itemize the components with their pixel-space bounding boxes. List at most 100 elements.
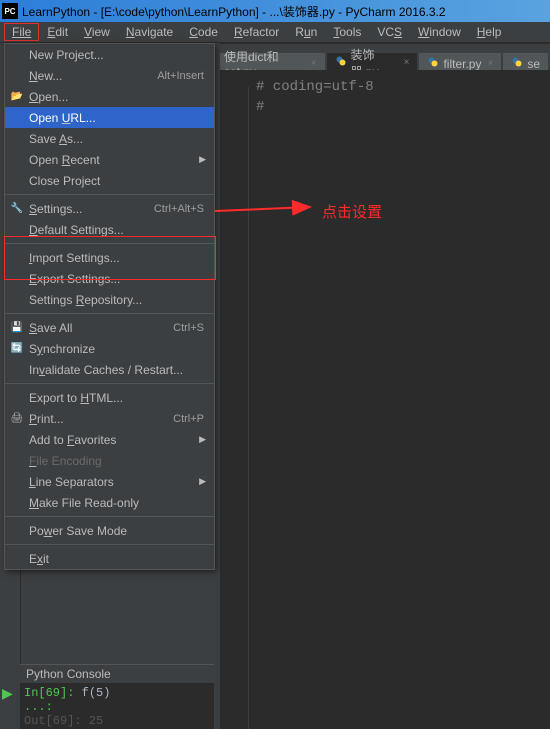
menu-item-label: Save All <box>29 321 72 335</box>
menu-run[interactable]: Run <box>287 23 325 41</box>
menu-separator <box>5 544 214 545</box>
python-console-panel: Python Console In[69]: f(5) ...: Out[69]… <box>20 664 214 729</box>
code-line: # coding=utf-8 <box>220 77 550 97</box>
console-body[interactable]: In[69]: f(5) ...: Out[69]: 25 <box>20 684 214 729</box>
menu-item-new[interactable]: New...Alt+Insert <box>5 65 214 86</box>
save-icon: 💾 <box>9 322 25 333</box>
menu-item-label: Settings... <box>29 202 82 216</box>
menu-file[interactable]: File <box>4 23 39 41</box>
menu-item-default-settings[interactable]: Default Settings... <box>5 219 214 240</box>
menu-item-power-save-mode[interactable]: Power Save Mode <box>5 520 214 541</box>
menu-item-label: Synchronize <box>29 342 95 356</box>
menu-item-export-settings[interactable]: Export Settings... <box>5 268 214 289</box>
menu-separator <box>5 313 214 314</box>
editor-tab[interactable]: 使用dict和set.py × <box>220 53 325 71</box>
menu-item-file-encoding[interactable]: File Encoding <box>5 450 214 471</box>
submenu-arrow-icon: ▶ <box>199 154 206 165</box>
menu-item-label: Import Settings... <box>29 251 120 265</box>
python-file-icon <box>427 56 439 71</box>
menu-item-synchronize[interactable]: 🔄 Synchronize <box>5 338 214 359</box>
menu-item-open[interactable]: 📂Open... <box>5 86 214 107</box>
menu-item-label: Close Project <box>29 174 100 188</box>
console-gutter: ▶ <box>2 685 20 702</box>
print-icon: 🖨 <box>9 413 25 424</box>
menu-item-save-all[interactable]: 💾 Save All Ctrl+S <box>5 317 214 338</box>
menu-item-close-project[interactable]: Close Project <box>5 170 214 191</box>
menu-code[interactable]: Code <box>181 23 226 41</box>
menu-item-open-recent[interactable]: Open Recent ▶ <box>5 149 214 170</box>
menu-item-save-as[interactable]: Save As... <box>5 128 214 149</box>
menu-item-print[interactable]: 🖨 Print... Ctrl+P <box>5 408 214 429</box>
menu-help[interactable]: Help <box>469 23 510 41</box>
menu-item-line-separators[interactable]: Line Separators ▶ <box>5 471 214 492</box>
editor-tab[interactable]: filter.py × <box>419 53 501 71</box>
editor-tab-active[interactable]: 装饰器.py × <box>327 53 418 71</box>
menu-item-invalidate-caches-restart[interactable]: Invalidate Caches / Restart... <box>5 359 214 380</box>
menu-tools[interactable]: Tools <box>325 23 369 41</box>
menu-vcs[interactable]: VCS <box>369 23 410 41</box>
menu-separator <box>5 516 214 517</box>
submenu-arrow-icon: ▶ <box>199 434 206 445</box>
menu-separator <box>5 243 214 244</box>
menu-item-export-to-html[interactable]: Export to HTML... <box>5 387 214 408</box>
python-file-icon <box>335 55 347 70</box>
menu-separator <box>5 383 214 384</box>
annotation-text: 点击设置 <box>322 201 382 222</box>
menu-item-label: Open Recent <box>29 153 100 167</box>
menu-item-label: Exit <box>29 552 49 566</box>
menu-item-label: New Project... <box>29 48 104 62</box>
menu-item-label: Open... <box>29 90 68 104</box>
run-arrow-icon[interactable]: ▶ <box>2 685 20 702</box>
tab-label: 装饰器.py <box>351 46 398 72</box>
menu-item-label: Line Separators <box>29 475 114 489</box>
console-output: Out[69]: 25 <box>24 714 210 728</box>
menu-shortcut: Ctrl+P <box>173 413 204 425</box>
menu-refactor[interactable]: Refactor <box>226 23 287 41</box>
menu-item-add-to-favorites[interactable]: Add to Favorites ▶ <box>5 429 214 450</box>
submenu-arrow-icon: ▶ <box>199 476 206 487</box>
menu-shortcut: Ctrl+S <box>173 322 204 334</box>
menu-view[interactable]: View <box>76 23 118 41</box>
editor-tab[interactable]: se <box>503 53 548 71</box>
code-area[interactable]: # coding=utf-8 # <box>220 71 550 117</box>
menu-item-label: Open URL... <box>29 111 96 125</box>
console-code: f(5) <box>74 686 110 700</box>
menu-navigate[interactable]: Navigate <box>118 23 181 41</box>
menu-item-import-settings[interactable]: Import Settings... <box>5 247 214 268</box>
close-icon[interactable]: × <box>487 58 493 69</box>
menu-item-label: File Encoding <box>29 454 102 468</box>
menu-item-settings-repository[interactable]: Settings Repository... <box>5 289 214 310</box>
menu-item-label: New... <box>29 69 62 83</box>
menu-item-label: Export Settings... <box>29 272 120 286</box>
editor-gutter <box>220 87 249 729</box>
pycharm-logo-icon: PC <box>2 3 18 19</box>
tab-label: filter.py <box>443 57 481 71</box>
sync-icon: 🔄 <box>9 343 25 354</box>
menu-item-make-file-read-only[interactable]: Make File Read-only <box>5 492 214 513</box>
menu-item-label: Default Settings... <box>29 223 124 237</box>
menu-item-label: Invalidate Caches / Restart... <box>29 363 183 377</box>
menu-item-exit[interactable]: Exit <box>5 548 214 569</box>
menu-separator <box>5 194 214 195</box>
menu-item-label: Print... <box>29 412 64 426</box>
menu-item-label: Export to HTML... <box>29 391 123 405</box>
menu-window[interactable]: Window <box>410 23 469 41</box>
menu-item-open-url[interactable]: Open URL... <box>5 107 214 128</box>
close-icon[interactable]: × <box>311 58 317 69</box>
code-line: # <box>220 97 550 117</box>
console-prompt: In[69]: <box>24 686 74 700</box>
menu-item-new-project[interactable]: New Project... <box>5 44 214 65</box>
window-titlebar: PC LearnPython - [E:\code\python\LearnPy… <box>0 0 550 22</box>
menu-item-label: Add to Favorites <box>29 433 116 447</box>
close-icon[interactable]: × <box>404 57 410 68</box>
menu-item-label: Settings Repository... <box>29 293 142 307</box>
file-menu-dropdown: New Project...New...Alt+Insert📂Open...Op… <box>4 43 215 570</box>
menu-item-label: Save As... <box>29 132 83 146</box>
menu-edit[interactable]: Edit <box>39 23 76 41</box>
menu-item-settings[interactable]: 🔧Settings...Ctrl+Alt+S <box>5 198 214 219</box>
tab-label: se <box>527 57 540 71</box>
menu-item-label: Power Save Mode <box>29 524 127 538</box>
wrench-icon: 🔧 <box>9 203 25 214</box>
tab-label: 使用dict和set.py <box>224 48 305 71</box>
console-header[interactable]: Python Console <box>20 665 214 684</box>
